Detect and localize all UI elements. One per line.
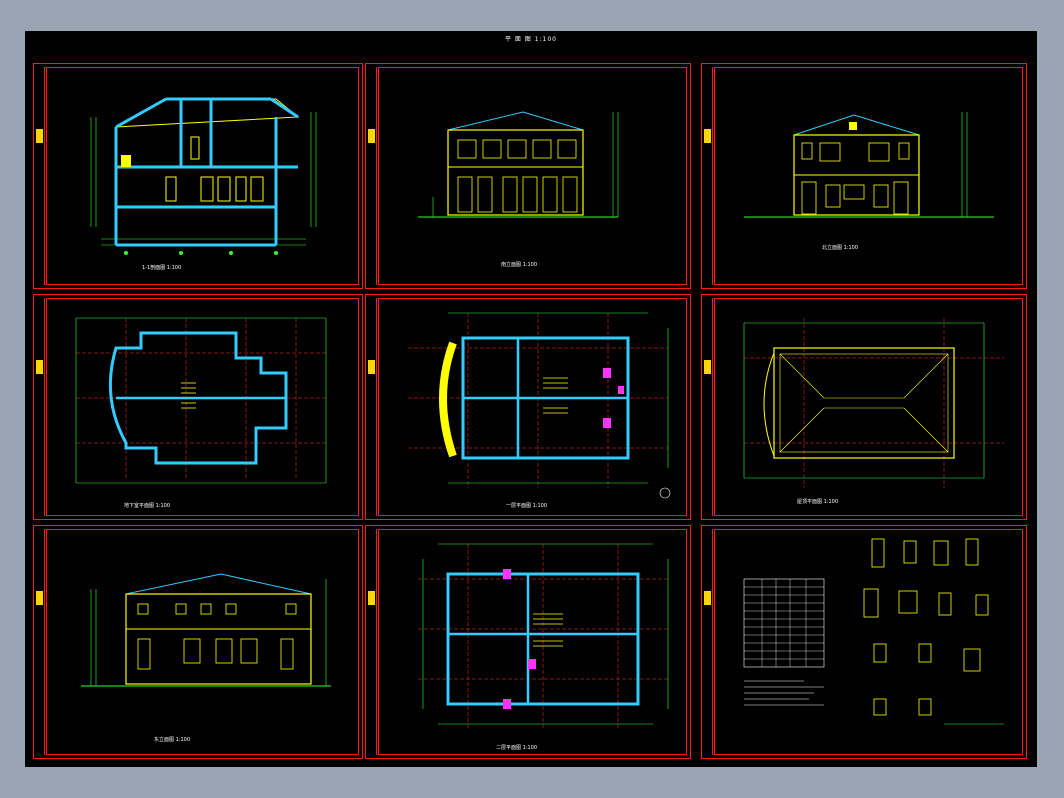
- title-stamp: [36, 360, 43, 374]
- title-block-strip: [35, 67, 45, 285]
- panel-caption: 北立面图 1:100: [822, 245, 858, 251]
- panel-caption: 屋顶平面图 1:100: [797, 499, 838, 505]
- title-block-strip: [367, 298, 377, 516]
- title-stamp: [704, 360, 711, 374]
- panel-caption: 二层平面图 1:100: [496, 745, 537, 751]
- panel-schedule[interactable]: [701, 525, 1027, 759]
- north-elevation-drawing: [744, 112, 994, 218]
- title-block-strip: [367, 529, 377, 755]
- panel-elevation-south[interactable]: 南立面图 1:100: [365, 63, 691, 289]
- panel-caption: 东立面图 1:100: [154, 737, 190, 743]
- panel-elevation-east[interactable]: 东立面图 1:100: [33, 525, 363, 759]
- panel-plan-upper[interactable]: 二层平面图 1:100: [365, 525, 691, 759]
- upper-plan-drawing: [418, 543, 669, 729]
- sheet-title: 平 面 图 1:100: [504, 36, 557, 43]
- panel-caption: 1-1剖面图 1:100: [142, 265, 182, 271]
- panel-elevation-north[interactable]: 北立面图 1:100: [701, 63, 1027, 289]
- title-stamp: [368, 129, 375, 143]
- panel-caption: 一层平面图 1:100: [506, 503, 547, 509]
- panel-section[interactable]: 1-1剖面图 1:100: [33, 63, 363, 289]
- title-block-strip: [703, 529, 713, 755]
- title-block-strip: [703, 67, 713, 285]
- title-block-strip: [703, 298, 713, 516]
- ground-plan-drawing: [408, 312, 671, 499]
- basement-plan-drawing: [75, 317, 327, 484]
- section-drawing: [90, 97, 317, 255]
- south-elevation-drawing: [418, 111, 619, 218]
- panel-plan-basement[interactable]: 地下室平面图 1:100: [33, 294, 363, 520]
- title-stamp: [36, 129, 43, 143]
- door-window-schedule-drawing: [743, 538, 1004, 725]
- title-stamp: [36, 591, 43, 605]
- title-block-strip: [367, 67, 377, 285]
- title-block-strip: [35, 529, 45, 755]
- title-stamp: [704, 591, 711, 605]
- title-stamp: [368, 591, 375, 605]
- east-elevation-drawing: [81, 573, 331, 687]
- title-stamp: [704, 129, 711, 143]
- panel-plan-ground[interactable]: 一层平面图 1:100: [365, 294, 691, 520]
- drawing-sheet: 平 面 图 1:100 1-1剖面图 1:100 南立面图 1:100 北立面图…: [25, 31, 1037, 767]
- title-stamp: [368, 360, 375, 374]
- panel-caption: 地下室平面图 1:100: [124, 503, 170, 509]
- title-block-strip: [35, 298, 45, 516]
- panel-plan-roof[interactable]: 屋顶平面图 1:100: [701, 294, 1027, 520]
- roof-plan-drawing: [743, 318, 1004, 488]
- panel-caption: 南立面图 1:100: [501, 262, 537, 268]
